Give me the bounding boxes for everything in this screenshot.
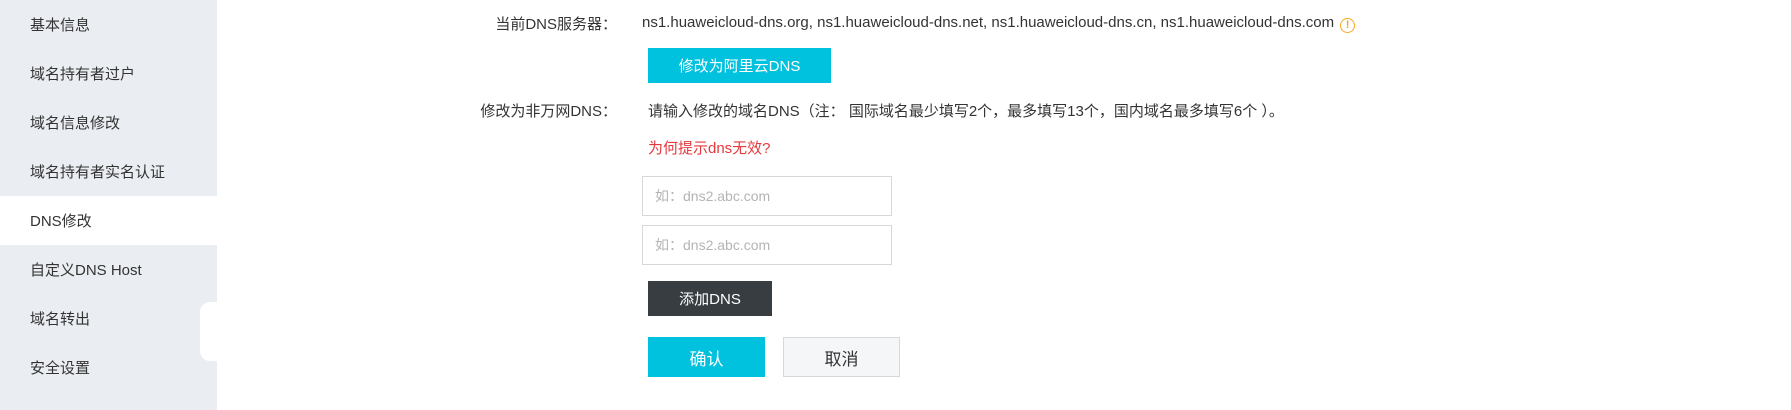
sidebar-item-info-modify[interactable]: 域名信息修改 bbox=[0, 98, 217, 147]
main-content: 当前DNS服务器： ns1.huaweicloud-dns.org, ns1.h… bbox=[217, 0, 1791, 410]
sidebar-item-custom-dns-host[interactable]: 自定义DNS Host bbox=[0, 245, 217, 294]
dns-invalid-help-link[interactable]: 为何提示dns无效? bbox=[648, 137, 771, 158]
sidebar-item-label: DNS修改 bbox=[30, 213, 92, 230]
info-warning-icon[interactable]: ! bbox=[1340, 18, 1356, 33]
sidebar: 基本信息 域名持有者过户 域名信息修改 域名持有者实名认证 DNS修改 自定义D… bbox=[0, 0, 217, 410]
current-dns-label: 当前DNS服务器： bbox=[495, 16, 617, 33]
sidebar-item-label: 域名持有者过户 bbox=[30, 66, 136, 83]
sidebar-item-holder-transfer[interactable]: 域名持有者过户 bbox=[0, 49, 217, 98]
sidebar-collapse-handle[interactable] bbox=[200, 302, 217, 361]
sidebar-item-label: 域名信息修改 bbox=[30, 115, 121, 132]
cancel-button[interactable]: 取消 bbox=[783, 337, 900, 377]
dns-input-2[interactable] bbox=[642, 225, 892, 265]
sidebar-item-domain-transfer-out[interactable]: 域名转出 bbox=[0, 294, 217, 343]
sidebar-item-basic-info[interactable]: 基本信息 bbox=[0, 0, 217, 49]
sidebar-item-security-settings[interactable]: 安全设置 bbox=[0, 343, 217, 392]
current-dns-value: ns1.huaweicloud-dns.org, ns1.huaweicloud… bbox=[642, 14, 1356, 33]
add-dns-button[interactable]: 添加DNS bbox=[648, 281, 772, 316]
confirm-button[interactable]: 确认 bbox=[648, 337, 765, 377]
current-dns-servers: ns1.huaweicloud-dns.org, ns1.huaweicloud… bbox=[642, 14, 1335, 31]
sidebar-item-label: 域名转出 bbox=[30, 311, 91, 328]
sidebar-item-label: 安全设置 bbox=[30, 360, 91, 377]
sidebar-item-label: 自定义DNS Host bbox=[30, 262, 142, 279]
sidebar-item-label: 基本信息 bbox=[30, 17, 91, 34]
non-wanwang-dns-label: 修改为非万网DNS： bbox=[480, 103, 617, 120]
sidebar-item-dns-modify[interactable]: DNS修改 bbox=[0, 196, 217, 245]
dns-input-1[interactable] bbox=[642, 176, 892, 216]
sidebar-item-realname-auth[interactable]: 域名持有者实名认证 bbox=[0, 147, 217, 196]
dns-instruction-text: 请输入修改的域名DNS（注： 国际域名最少填写2个，最多填写13个，国内域名最多… bbox=[648, 103, 1284, 120]
sidebar-item-label: 域名持有者实名认证 bbox=[30, 164, 166, 181]
switch-to-aliyun-dns-button[interactable]: 修改为阿里云DNS bbox=[648, 48, 831, 83]
